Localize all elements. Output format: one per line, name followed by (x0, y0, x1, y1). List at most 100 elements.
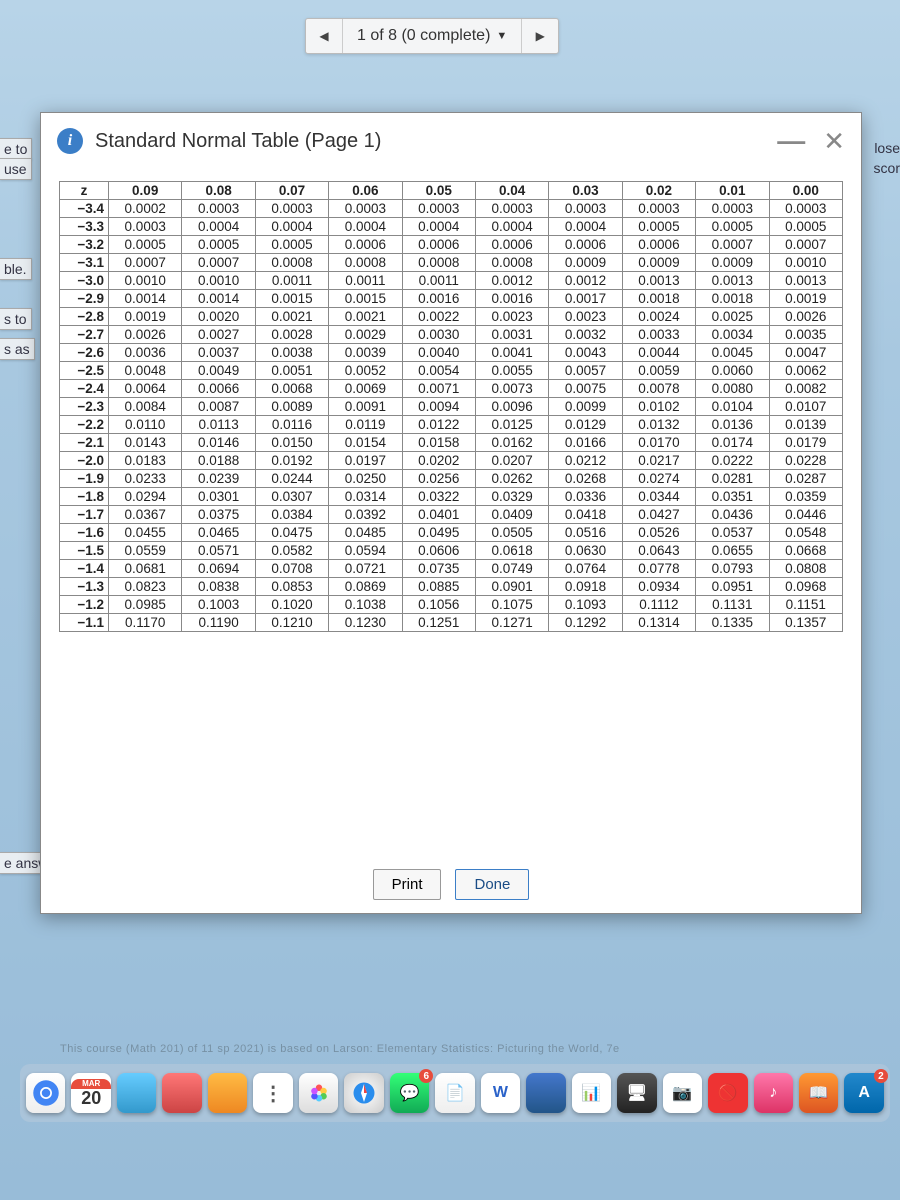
probability-cell: 0.0034 (696, 326, 769, 344)
probability-cell: 0.0009 (696, 254, 769, 272)
probability-cell: 0.0015 (255, 290, 328, 308)
probability-cell: 0.0055 (475, 362, 548, 380)
minimize-icon[interactable]: — (777, 125, 805, 157)
probability-cell: 0.1003 (182, 596, 255, 614)
probability-cell: 0.0019 (769, 290, 842, 308)
z-table-col-header: 0.01 (696, 182, 769, 200)
next-question-button[interactable]: ▶ (521, 19, 558, 53)
probability-cell: 0.0052 (329, 362, 402, 380)
probability-cell: 0.0446 (769, 506, 842, 524)
camera-icon[interactable]: 📷 (663, 1073, 702, 1113)
probability-cell: 0.0012 (549, 272, 622, 290)
probability-cell: 0.0329 (475, 488, 548, 506)
probability-cell: 0.0104 (696, 398, 769, 416)
probability-cell: 0.1210 (255, 614, 328, 632)
z-value: −3.0 (60, 272, 109, 290)
probability-cell: 0.0228 (769, 452, 842, 470)
messages-icon[interactable]: 💬 (390, 1073, 429, 1113)
z-table-col-header: 0.07 (255, 182, 328, 200)
probability-cell: 0.0003 (549, 200, 622, 218)
z-table: z0.090.080.070.060.050.040.030.020.010.0… (59, 181, 843, 632)
no-entry-icon[interactable]: 🚫 (708, 1073, 747, 1113)
probability-cell: 0.0082 (769, 380, 842, 398)
probability-cell: 0.0162 (475, 434, 548, 452)
probability-cell: 0.0618 (475, 542, 548, 560)
probability-cell: 0.0322 (402, 488, 475, 506)
probability-cell: 0.0606 (402, 542, 475, 560)
close-icon[interactable]: ✕ (823, 126, 845, 157)
probability-cell: 0.0033 (622, 326, 695, 344)
probability-cell: 0.0004 (182, 218, 255, 236)
probability-cell: 0.0778 (622, 560, 695, 578)
photos-icon[interactable] (299, 1073, 338, 1113)
probability-cell: 0.0170 (622, 434, 695, 452)
probability-cell: 0.0038 (255, 344, 328, 362)
probability-cell: 0.0409 (475, 506, 548, 524)
stats-icon[interactable]: 📊 (572, 1073, 611, 1113)
probability-cell: 0.0571 (182, 542, 255, 560)
app-icon[interactable] (526, 1073, 565, 1113)
probability-cell: 0.0188 (182, 452, 255, 470)
z-table-header-row: z0.090.080.070.060.050.040.030.020.010.0… (60, 182, 843, 200)
probability-cell: 0.0019 (109, 308, 182, 326)
notes-icon[interactable]: ⋮ (253, 1073, 292, 1113)
calendar-icon[interactable]: MAR 20 (71, 1073, 110, 1113)
table-row: −2.80.00190.00200.00210.00210.00220.0023… (60, 308, 843, 326)
probability-cell: 0.0094 (402, 398, 475, 416)
z-value: −1.6 (60, 524, 109, 542)
probability-cell: 0.0006 (402, 236, 475, 254)
pager-label[interactable]: 1 of 8 (0 complete) ▼ (343, 27, 521, 45)
prev-question-button[interactable]: ◀ (306, 19, 343, 53)
probability-cell: 0.0643 (622, 542, 695, 560)
probability-cell: 0.0005 (182, 236, 255, 254)
books-icon[interactable]: 📖 (799, 1073, 838, 1113)
z-table-col-header: z (60, 182, 109, 200)
music-icon[interactable]: ♪ (754, 1073, 793, 1113)
probability-cell: 0.0239 (182, 470, 255, 488)
z-value: −2.8 (60, 308, 109, 326)
print-button[interactable]: Print (373, 869, 442, 900)
probability-cell: 0.0005 (109, 236, 182, 254)
probability-cell: 0.0011 (255, 272, 328, 290)
probability-cell: 0.0003 (329, 200, 402, 218)
probability-cell: 0.0336 (549, 488, 622, 506)
z-value: −1.4 (60, 560, 109, 578)
table-row: −3.00.00100.00100.00110.00110.00110.0012… (60, 272, 843, 290)
probability-cell: 0.1271 (475, 614, 548, 632)
word-icon[interactable]: W (481, 1073, 520, 1113)
probability-cell: 0.0004 (329, 218, 402, 236)
done-button[interactable]: Done (455, 869, 529, 900)
app-icon[interactable] (208, 1073, 247, 1113)
z-value: −2.9 (60, 290, 109, 308)
calendar-day: 20 (81, 1089, 101, 1107)
display-icon[interactable]: 🖥 (617, 1073, 656, 1113)
probability-cell: 0.0505 (475, 524, 548, 542)
probability-cell: 0.0125 (475, 416, 548, 434)
safari-icon[interactable] (344, 1073, 383, 1113)
app-icon[interactable] (162, 1073, 201, 1113)
chrome-icon[interactable] (26, 1073, 65, 1113)
appstore-icon[interactable]: A (844, 1073, 883, 1113)
preview-icon[interactable] (117, 1073, 156, 1113)
probability-cell: 0.0951 (696, 578, 769, 596)
table-row: −2.00.01830.01880.01920.01970.02020.0207… (60, 452, 843, 470)
probability-cell: 0.0032 (549, 326, 622, 344)
probability-cell: 0.0023 (475, 308, 548, 326)
probability-cell: 0.0934 (622, 578, 695, 596)
probability-cell: 0.0054 (402, 362, 475, 380)
probability-cell: 0.0174 (696, 434, 769, 452)
pages-icon[interactable]: 📄 (435, 1073, 474, 1113)
probability-cell: 0.0681 (109, 560, 182, 578)
probability-cell: 0.0096 (475, 398, 548, 416)
probability-cell: 0.0057 (549, 362, 622, 380)
cropped-text: s to (0, 308, 32, 330)
probability-cell: 0.0080 (696, 380, 769, 398)
question-pager: ◀ 1 of 8 (0 complete) ▼ ▶ (305, 18, 559, 54)
probability-cell: 0.0122 (402, 416, 475, 434)
probability-cell: 0.0197 (329, 452, 402, 470)
z-value: −2.7 (60, 326, 109, 344)
table-row: −2.60.00360.00370.00380.00390.00400.0041… (60, 344, 843, 362)
probability-cell: 0.0764 (549, 560, 622, 578)
z-value: −2.0 (60, 452, 109, 470)
probability-cell: 0.0838 (182, 578, 255, 596)
